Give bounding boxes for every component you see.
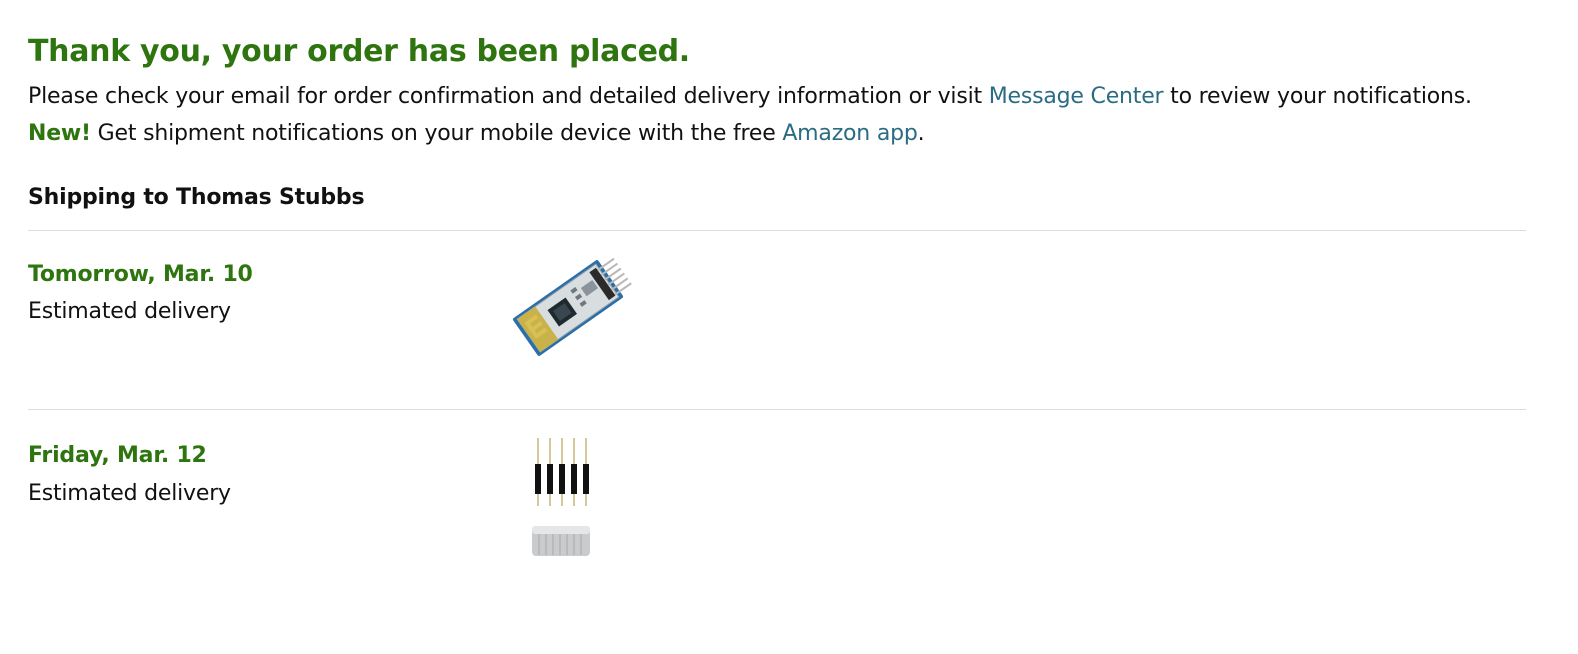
delivery-status: Estimated delivery [28,481,231,506]
shipment-group: Tomorrow, Mar. 10 Estimated delivery [28,231,1526,409]
bluetooth-module-image[interactable] [498,243,638,373]
message-center-link[interactable]: Message Center [989,84,1164,109]
confirmation-headline: Thank you, your order has been placed. [28,34,690,69]
pins-and-magnets-image[interactable] [522,434,612,566]
order-confirmation: Thank you, your order has been placed. P… [28,30,1526,588]
review-notifications-text: to review your notifications. [1163,84,1472,109]
shipment-group: Friday, Mar. 12 Estimated delivery [28,410,1526,588]
delivery-status: Estimated delivery [28,299,231,324]
delivery-date: Tomorrow, Mar. 10 [28,262,253,287]
shipping-to-label: Shipping to Thomas Stubbs [28,185,365,210]
delivery-date: Friday, Mar. 12 [28,443,207,468]
new-badge: New! [28,121,91,146]
app-promo-period: . [917,121,925,146]
confirmation-message: Please check your email for order confir… [28,78,1526,152]
app-promo-text: Get shipment notifications on your mobil… [90,121,783,146]
email-check-text: Please check your email for order confir… [28,84,989,109]
amazon-app-link[interactable]: Amazon app [782,121,918,146]
